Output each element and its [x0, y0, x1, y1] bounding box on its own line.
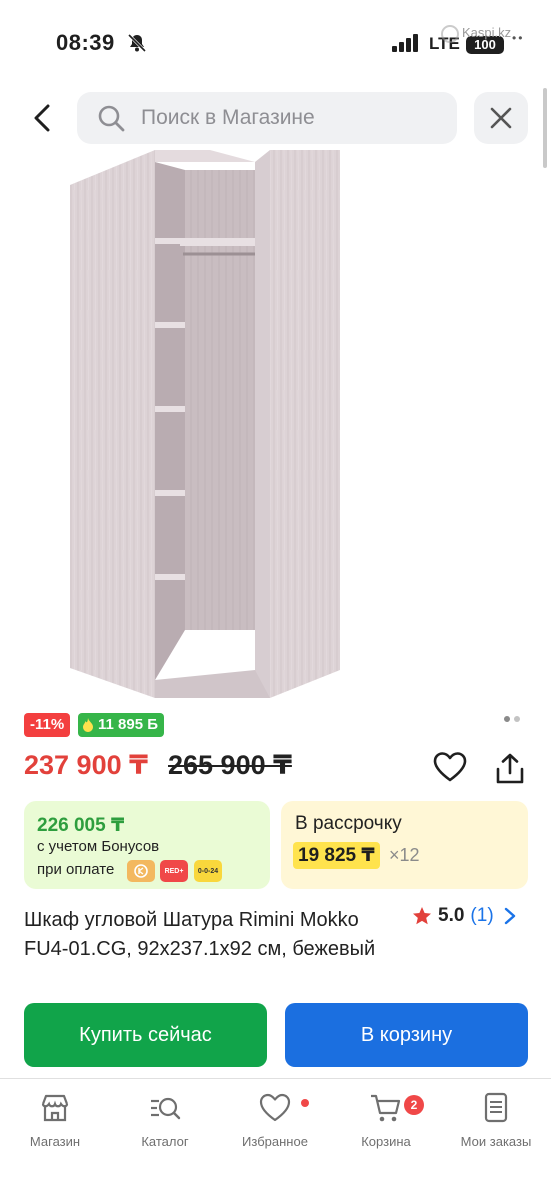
- bonus-price-note: с учетом Бонусов: [37, 838, 160, 855]
- tab-label: Корзина: [361, 1134, 411, 1149]
- tab-orders[interactable]: Мои заказы: [444, 1091, 548, 1149]
- rating-value: 5.0: [438, 905, 465, 926]
- tab-cart[interactable]: Корзина 2: [334, 1091, 438, 1149]
- reviews-count: (1): [470, 905, 494, 926]
- tab-store[interactable]: Магазин: [3, 1091, 107, 1149]
- tab-label: Каталог: [141, 1134, 189, 1149]
- close-icon: [490, 107, 512, 129]
- more-dots-icon: ••: [512, 31, 525, 45]
- kaspi-logo-icon: [441, 25, 459, 43]
- close-button[interactable]: [474, 92, 528, 144]
- status-time: 08:39: [56, 30, 115, 55]
- favorite-heart-icon[interactable]: [433, 751, 467, 783]
- search-placeholder: Поиск в Магазине: [141, 106, 315, 129]
- bonus-price-amount: 226 005 ₸: [37, 815, 125, 836]
- cart-icon: [371, 1094, 401, 1122]
- buy-now-button[interactable]: Купить сейчас: [24, 1003, 267, 1067]
- product-image[interactable]: [55, 150, 495, 698]
- installment-0-0-24-icon: 0-0-24: [194, 860, 222, 882]
- bonus-badge: 11 895 Б: [78, 713, 164, 737]
- installment-monthly-price: 19 825 ₸: [293, 842, 380, 869]
- chevron-left-icon: [34, 104, 50, 132]
- image-pager: [504, 716, 520, 722]
- status-bar: 08:39 LTE 100 Kaspi.kz ••: [0, 0, 551, 80]
- installment-card[interactable]: В рассрочку 19 825 ₸ ×12: [281, 801, 528, 889]
- orders-icon: [484, 1092, 508, 1123]
- search-input[interactable]: Поиск в Магазине: [77, 92, 457, 144]
- pager-dot: [514, 716, 520, 722]
- pager-dot: [504, 716, 510, 722]
- catalog-search-icon: [151, 1097, 181, 1120]
- back-button[interactable]: [24, 96, 60, 140]
- search-icon: [98, 105, 125, 132]
- star-icon: [413, 907, 431, 925]
- favorites-notification-dot: [301, 1099, 309, 1107]
- bell-off-icon: [127, 33, 147, 53]
- bonus-payment-note: при оплате: [37, 861, 115, 878]
- tab-label: Избранное: [242, 1134, 308, 1149]
- cart-count-badge: 2: [404, 1095, 424, 1115]
- tab-label: Магазин: [29, 1134, 81, 1149]
- tab-favorites[interactable]: Избранное: [223, 1091, 327, 1149]
- discount-badge: -11%: [24, 713, 71, 737]
- signal-icon: [392, 34, 418, 52]
- heart-icon: [259, 1093, 291, 1122]
- rating-link[interactable]: 5.0 (1): [412, 905, 516, 927]
- price-old: 265 900 ₸: [168, 750, 292, 780]
- scrollbar[interactable]: [543, 88, 547, 168]
- bottom-tab-bar: Магазин Каталог Избранное Корзина 2 Мои …: [0, 1078, 551, 1200]
- product-title: Шкаф угловой Шатура Rimini Mokko FU4-01.…: [24, 909, 376, 960]
- kaspi-red-icon: RED+: [160, 860, 188, 882]
- kaspi-pay-icon: [127, 860, 155, 882]
- add-to-cart-button[interactable]: В корзину: [285, 1003, 528, 1067]
- chevron-right-icon: [504, 907, 515, 925]
- share-icon[interactable]: [494, 752, 526, 786]
- installment-months: ×12: [389, 845, 420, 865]
- price-current: 237 900 ₸: [24, 750, 148, 780]
- bonus-badge-text: 11 895 Б: [98, 716, 158, 733]
- tab-catalog[interactable]: Каталог: [113, 1091, 217, 1149]
- store-icon: [41, 1094, 69, 1122]
- tab-label: Мои заказы: [460, 1134, 532, 1149]
- watermark-text: Kaspi.kz: [462, 25, 512, 40]
- bonus-price-card[interactable]: 226 005 ₸ с учетом Бонусов при оплате RE…: [24, 801, 270, 889]
- flame-icon: [83, 718, 93, 732]
- installment-title: В рассрочку: [295, 813, 402, 834]
